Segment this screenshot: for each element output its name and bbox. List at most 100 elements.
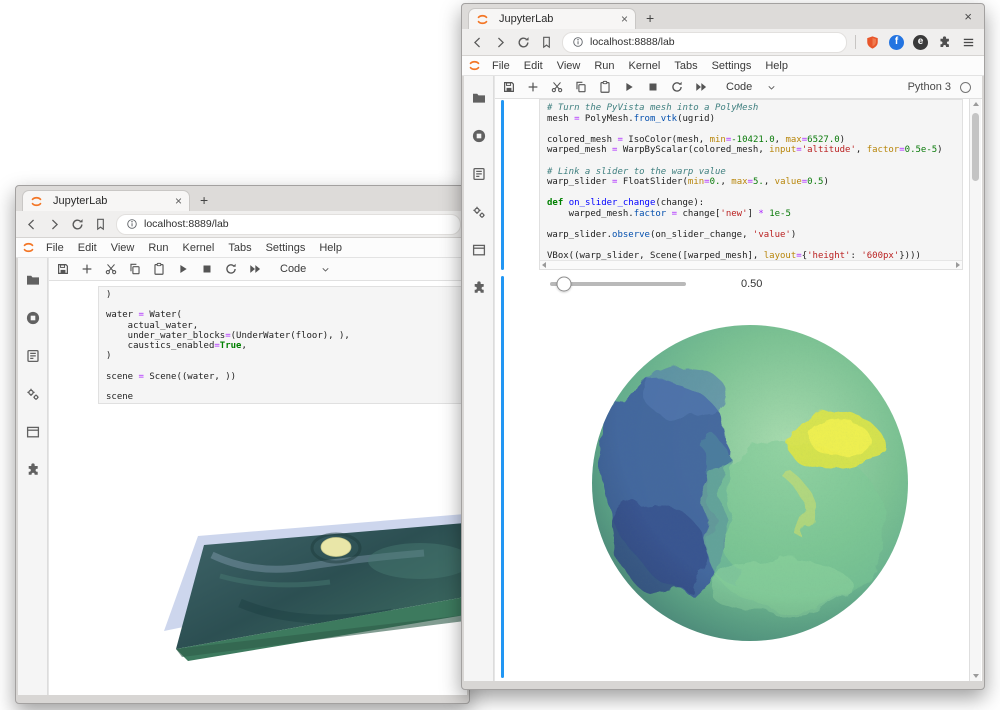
front-browser-tab[interactable]: JupyterLab × (468, 8, 636, 29)
front-menu-edit[interactable]: Edit (517, 60, 550, 72)
copy-icon[interactable] (128, 262, 142, 276)
extensions-puzzle-icon[interactable] (937, 35, 952, 50)
front-cell-type-dropdown[interactable]: Code (726, 81, 777, 93)
back-new-tab-button[interactable]: + (200, 192, 208, 208)
save-icon[interactable] (502, 80, 516, 94)
insert-cell-icon[interactable] (526, 80, 540, 94)
window-close-button[interactable]: × (964, 9, 972, 24)
hamburger-menu-icon[interactable] (961, 35, 976, 50)
scroll-down-icon[interactable] (973, 674, 979, 678)
run-icon[interactable] (622, 80, 636, 94)
back-activity-bar (18, 258, 48, 695)
back-menu-settings[interactable]: Settings (259, 242, 313, 254)
front-nav-forward-icon[interactable] (493, 35, 508, 50)
running-kernels-icon[interactable] (471, 128, 487, 144)
property-inspector-icon[interactable] (471, 166, 487, 182)
globe-terrain-grain (592, 325, 908, 641)
site-info-icon[interactable] (126, 218, 138, 230)
property-inspector-icon[interactable] (25, 348, 41, 364)
front-menu-help[interactable]: Help (758, 60, 795, 72)
front-menu-run[interactable]: Run (587, 60, 621, 72)
code-horizontal-scrollbar[interactable] (540, 260, 962, 269)
scroll-up-icon[interactable] (973, 102, 979, 106)
back-notebook-toolbar: Code (49, 258, 467, 281)
stop-icon[interactable] (200, 262, 214, 276)
front-bookmark-icon[interactable] (539, 35, 554, 50)
e-extension-icon[interactable]: e (913, 35, 928, 50)
settings-icon[interactable] (25, 386, 41, 402)
back-menu-run[interactable]: Run (141, 242, 175, 254)
copy-icon[interactable] (574, 80, 588, 94)
front-notebook-panel: Code Python 3 # Turn the PyVista mesh in… (494, 76, 982, 681)
back-nav-forward-icon[interactable] (47, 217, 62, 232)
front-browser-window: JupyterLab × + × localhost:8888/lab f e (461, 3, 985, 690)
island (321, 538, 351, 557)
extensions-icon[interactable] (471, 280, 487, 296)
insert-cell-icon[interactable] (80, 262, 94, 276)
back-code-editor[interactable]: ) water = Water( actual_water, under_wat… (99, 287, 466, 402)
back-code-cell[interactable]: ) water = Water( actual_water, under_wat… (98, 286, 467, 404)
front-tab-close-icon[interactable]: × (621, 13, 628, 25)
back-menu-kernel[interactable]: Kernel (176, 242, 222, 254)
save-icon[interactable] (56, 262, 70, 276)
scroll-left-icon[interactable] (542, 262, 546, 268)
back-browser-tab-bar: JupyterLab × + (16, 186, 469, 211)
front-code-editor[interactable]: # Turn the PyVista mesh into a PolyMeshm… (540, 100, 962, 262)
back-menu-file[interactable]: File (39, 242, 71, 254)
back-menu-edit[interactable]: Edit (71, 242, 104, 254)
cut-icon[interactable] (550, 80, 564, 94)
scrollbar-thumb[interactable] (972, 113, 979, 181)
back-browser-toolbar: localhost:8889/lab (16, 211, 469, 238)
back-tab-close-icon[interactable]: × (175, 195, 182, 207)
restart-icon[interactable] (670, 80, 684, 94)
front-menu-view[interactable]: View (550, 60, 588, 72)
kernel-selector[interactable]: Python 3 (908, 81, 975, 93)
tabs-panel-icon[interactable] (25, 424, 41, 440)
run-icon[interactable] (176, 262, 190, 276)
front-tab-title: JupyterLab (499, 13, 615, 25)
running-kernels-icon[interactable] (25, 310, 41, 326)
f-extension-icon[interactable]: f (889, 35, 904, 50)
paste-icon[interactable] (598, 80, 612, 94)
back-address-bar[interactable]: localhost:8889/lab (116, 214, 461, 235)
paste-icon[interactable] (152, 262, 166, 276)
back-browser-tab[interactable]: JupyterLab × (22, 190, 190, 211)
extensions-icon[interactable] (25, 462, 41, 478)
stop-icon[interactable] (646, 80, 660, 94)
warp-slider-track[interactable] (550, 282, 686, 286)
warp-slider-handle[interactable] (556, 277, 571, 292)
restart-run-all-icon[interactable] (248, 262, 262, 276)
cut-icon[interactable] (104, 262, 118, 276)
back-menu-view[interactable]: View (104, 242, 142, 254)
front-menu-tabs[interactable]: Tabs (667, 60, 704, 72)
front-menu-kernel[interactable]: Kernel (622, 60, 668, 72)
back-menu-tabs[interactable]: Tabs (221, 242, 258, 254)
back-nav-back-icon[interactable] (24, 217, 39, 232)
back-cell-type-dropdown[interactable]: Code (280, 263, 331, 275)
back-reload-icon[interactable] (70, 217, 85, 232)
back-tab-title: JupyterLab (53, 195, 169, 207)
scroll-right-icon[interactable] (956, 262, 960, 268)
file-browser-icon[interactable] (471, 90, 487, 106)
tabs-panel-icon[interactable] (471, 242, 487, 258)
front-new-tab-button[interactable]: + (646, 10, 654, 26)
earth-globe-3d-view[interactable] (590, 323, 910, 643)
output-cell-collapser[interactable] (501, 276, 504, 678)
notebook-vertical-scrollbar[interactable] (969, 99, 981, 681)
front-code-cell[interactable]: # Turn the PyVista mesh into a PolyMeshm… (539, 99, 963, 270)
back-menu-help[interactable]: Help (312, 242, 349, 254)
shield-extension-icon[interactable] (865, 35, 880, 50)
restart-run-all-icon[interactable] (694, 80, 708, 94)
input-cell-collapser[interactable] (501, 100, 504, 270)
front-nav-back-icon[interactable] (470, 35, 485, 50)
back-bookmark-icon[interactable] (93, 217, 108, 232)
restart-icon[interactable] (224, 262, 238, 276)
site-info-icon[interactable] (572, 36, 584, 48)
water-scene-3d-view[interactable] (90, 481, 465, 689)
settings-icon[interactable] (471, 204, 487, 220)
file-browser-icon[interactable] (25, 272, 41, 288)
front-reload-icon[interactable] (516, 35, 531, 50)
front-menu-settings[interactable]: Settings (705, 60, 759, 72)
front-menu-file[interactable]: File (485, 60, 517, 72)
front-address-bar[interactable]: localhost:8888/lab (562, 32, 847, 53)
